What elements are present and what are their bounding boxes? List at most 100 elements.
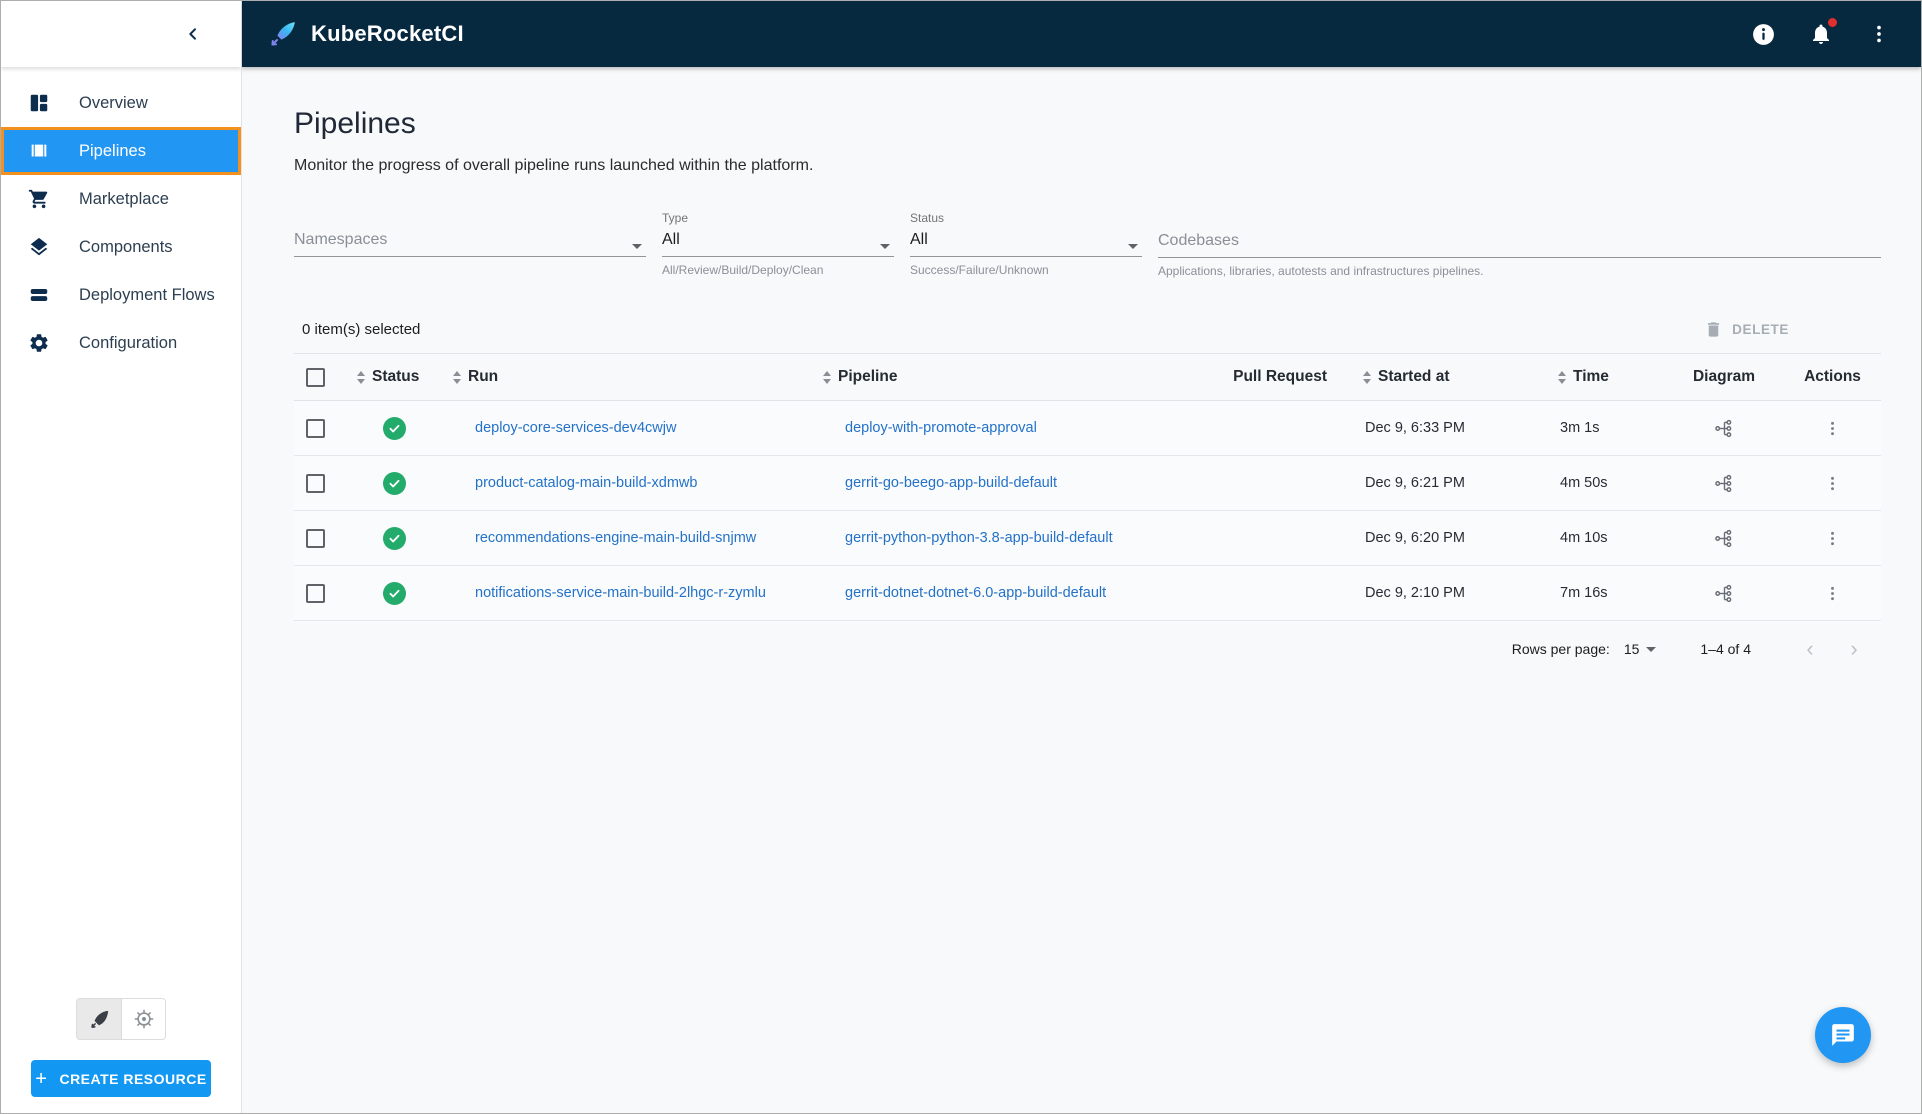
diagram-tree-icon xyxy=(1714,529,1731,547)
rocket-icon xyxy=(90,1010,108,1028)
run-link[interactable]: deploy-core-services-dev4cwjw xyxy=(475,420,676,436)
table-row: notifications-service-main-build-2lhgc-r… xyxy=(294,566,1881,621)
info-button[interactable] xyxy=(1749,20,1777,48)
row-checkbox[interactable] xyxy=(306,583,325,603)
sort-arrows-icon[interactable] xyxy=(823,370,831,384)
pagination-range: 1–4 of 4 xyxy=(1700,641,1751,657)
delete-button[interactable]: DELETE xyxy=(1704,320,1789,339)
started-at-cell: Dec 9, 6:21 PM xyxy=(1365,475,1465,491)
chat-fab-button[interactable] xyxy=(1815,1007,1871,1063)
kubernetes-view-toggle[interactable] xyxy=(121,999,165,1039)
rocket-view-toggle[interactable] xyxy=(77,999,121,1039)
sidebar-collapse-button[interactable] xyxy=(179,20,207,48)
row-checkbox[interactable] xyxy=(306,528,325,548)
row-actions-button[interactable] xyxy=(1817,577,1849,609)
started-at-cell: Dec 9, 6:33 PM xyxy=(1365,420,1465,436)
select-all-checkbox[interactable] xyxy=(306,367,325,387)
run-link[interactable]: notifications-service-main-build-2lhgc-r… xyxy=(475,585,766,601)
rows-per-page-select[interactable]: 15 xyxy=(1624,641,1661,657)
select-all-cell xyxy=(294,367,349,387)
column-header-pipeline[interactable]: Pipeline xyxy=(809,368,1169,386)
chevron-left-icon xyxy=(189,28,196,40)
app-name: KubeRocketCI xyxy=(311,21,464,46)
page-subtitle: Monitor the progress of overall pipeline… xyxy=(294,157,814,174)
run-cell: recommendations-engine-main-build-snjmw xyxy=(439,530,809,546)
previous-page-button[interactable]: ‹ xyxy=(1795,634,1825,664)
pipeline-link[interactable]: gerrit-go-beego-app-build-default xyxy=(845,475,1057,491)
diagram-tree-icon xyxy=(1714,474,1731,492)
sidebar-item-components[interactable]: Components xyxy=(1,223,241,271)
pipeline-link[interactable]: gerrit-dotnet-dotnet-6.0-app-build-defau… xyxy=(845,585,1106,601)
run-link[interactable]: recommendations-engine-main-build-snjmw xyxy=(475,530,756,546)
pipeline-link[interactable]: deploy-with-promote-approval xyxy=(845,420,1037,436)
sidebar-item-label: Marketplace xyxy=(79,189,169,208)
column-header-status[interactable]: Status xyxy=(349,368,439,386)
deployment-flows-icon xyxy=(27,283,51,307)
diagram-button[interactable] xyxy=(1708,467,1740,499)
rows-per-page-value: 15 xyxy=(1623,641,1640,657)
kebab-menu-icon xyxy=(1831,531,1834,545)
namespaces-select[interactable]: Namespaces xyxy=(294,228,646,257)
page-title: Pipelines xyxy=(294,107,416,140)
notifications-button[interactable] xyxy=(1807,18,1837,48)
status-label: Status xyxy=(910,211,945,225)
sidebar-item-label: Configuration xyxy=(79,333,178,352)
status-cell xyxy=(349,416,439,440)
run-cell: notifications-service-main-build-2lhgc-r… xyxy=(439,585,809,601)
success-status-icon xyxy=(382,581,406,605)
chevron-down-icon xyxy=(632,244,642,249)
notification-badge xyxy=(1828,18,1837,27)
more-menu-button[interactable] xyxy=(1865,20,1893,48)
codebases-input[interactable]: Codebases xyxy=(1158,228,1881,257)
info-icon xyxy=(1752,23,1774,45)
pipelines-icon xyxy=(27,139,51,163)
table-header-row: Status Run Pipeline Pull Request Started… xyxy=(294,354,1881,401)
sort-arrows-icon[interactable] xyxy=(453,370,461,384)
time-cell: 7m 16s xyxy=(1560,585,1608,601)
row-actions-button[interactable] xyxy=(1817,522,1849,554)
diagram-button[interactable] xyxy=(1708,412,1740,444)
row-checkbox[interactable] xyxy=(306,418,325,438)
row-checkbox[interactable] xyxy=(306,473,325,493)
next-page-button[interactable]: › xyxy=(1839,634,1869,664)
create-resource-button[interactable]: + CREATE RESOURCE xyxy=(31,1060,211,1097)
app-window: Overview Pipelines Marketplace Component… xyxy=(0,0,1922,1114)
pipeline-cell: gerrit-python-python-3.8-app-build-defau… xyxy=(809,530,1169,546)
diagram-button[interactable] xyxy=(1708,522,1740,554)
kebab-menu-icon xyxy=(1831,421,1834,435)
row-actions-button[interactable] xyxy=(1817,467,1849,499)
column-header-time[interactable]: Time xyxy=(1524,368,1664,386)
column-header-pull-request: Pull Request xyxy=(1233,368,1327,385)
run-cell: product-catalog-main-build-xdmwb xyxy=(439,475,809,491)
sidebar-item-configuration[interactable]: Configuration xyxy=(1,319,241,367)
status-select[interactable]: All xyxy=(910,228,1142,257)
sidebar-item-overview[interactable]: Overview xyxy=(1,79,241,127)
sort-arrows-icon[interactable] xyxy=(1363,370,1371,384)
plus-icon: + xyxy=(35,1067,48,1090)
sidebar-item-label: Components xyxy=(79,237,173,256)
type-select[interactable]: All xyxy=(662,228,894,257)
kebab-menu-icon xyxy=(1831,586,1834,600)
pipeline-cell: deploy-with-promote-approval xyxy=(809,420,1169,436)
create-resource-label: CREATE RESOURCE xyxy=(59,1070,207,1087)
sidebar-item-deployment-flows[interactable]: Deployment Flows xyxy=(1,271,241,319)
run-cell: deploy-core-services-dev4cwjw xyxy=(439,420,809,436)
sort-arrows-icon[interactable] xyxy=(357,370,365,384)
filter-bar: Namespaces Type All All/Review/Build/Dep… xyxy=(294,211,1881,278)
column-header-started-at[interactable]: Started at xyxy=(1329,368,1524,386)
column-header-run[interactable]: Run xyxy=(439,368,809,386)
app-logo[interactable]: KubeRocketCI xyxy=(268,19,464,49)
sort-arrows-icon[interactable] xyxy=(1558,370,1566,384)
table-row: product-catalog-main-build-xdmwb gerrit-… xyxy=(294,456,1881,511)
run-link[interactable]: product-catalog-main-build-xdmwb xyxy=(475,475,697,491)
status-cell xyxy=(349,471,439,495)
delete-label: DELETE xyxy=(1732,322,1789,337)
row-actions-button[interactable] xyxy=(1817,412,1849,444)
type-label: Type xyxy=(662,211,689,225)
sidebar-item-marketplace[interactable]: Marketplace xyxy=(1,175,241,223)
sidebar-item-pipelines[interactable]: Pipelines xyxy=(1,127,241,175)
kebab-menu-icon xyxy=(1877,25,1881,43)
diagram-tree-icon xyxy=(1714,419,1731,437)
pipeline-link[interactable]: gerrit-python-python-3.8-app-build-defau… xyxy=(845,530,1113,546)
diagram-button[interactable] xyxy=(1708,577,1740,609)
